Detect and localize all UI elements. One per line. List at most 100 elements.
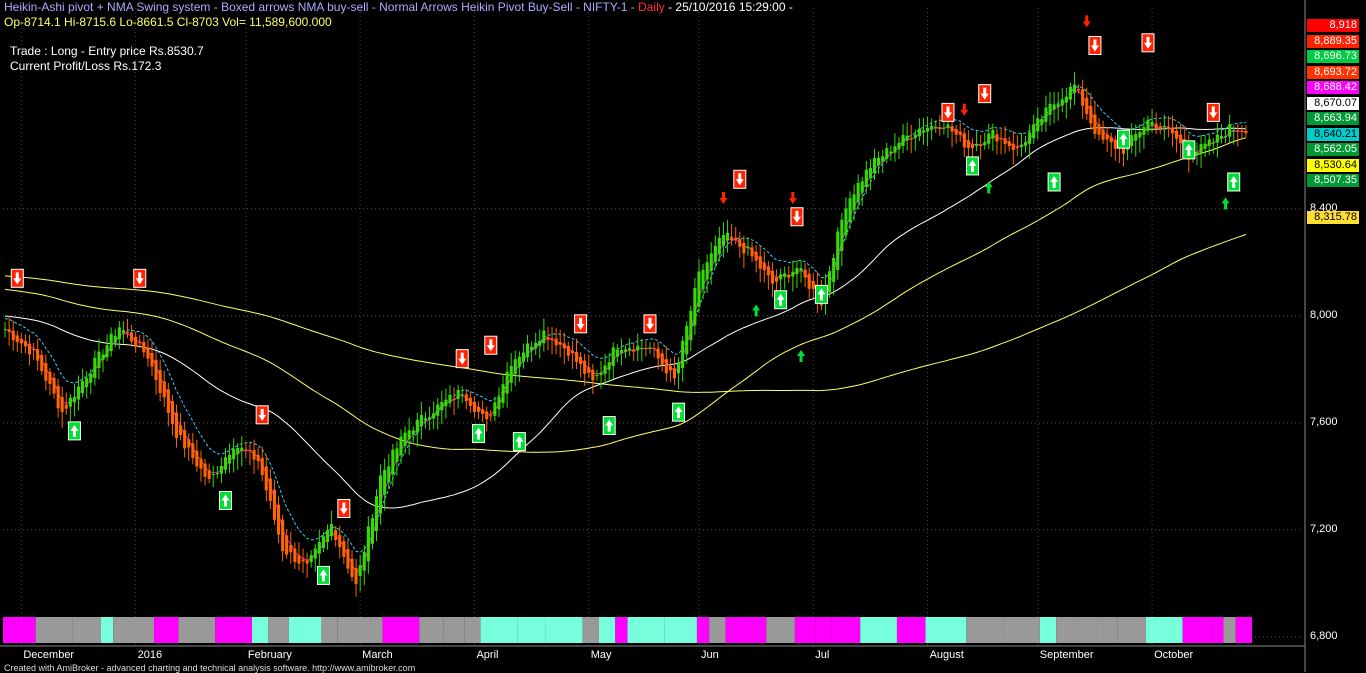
candle-body — [407, 430, 411, 440]
candle-body — [1158, 126, 1162, 129]
candle-body — [570, 350, 574, 354]
candle-body — [44, 363, 48, 381]
candle-body — [975, 143, 979, 147]
candle-body — [452, 398, 456, 400]
candle-body — [72, 397, 76, 403]
candle-body — [1199, 144, 1203, 154]
candle-body — [783, 273, 787, 277]
candle-body — [19, 338, 23, 344]
candle-body — [917, 128, 921, 137]
datetime-label: - 25/10/2016 15:29:00 - — [668, 0, 793, 14]
candle-body — [881, 156, 885, 162]
candle-body — [203, 463, 207, 477]
candle-body — [338, 535, 342, 547]
candle-body — [652, 348, 656, 349]
candle-body — [877, 157, 881, 166]
trade-label: Trade : Long - Entry price Rs.8530.7 — [10, 44, 204, 58]
ribbon-segment — [443, 617, 465, 643]
candle-body — [701, 269, 705, 290]
ribbon-segment — [1096, 617, 1118, 643]
candle-body — [1154, 123, 1158, 129]
x-tick-label: August — [929, 649, 964, 661]
candle-body — [60, 397, 64, 413]
candle-body — [750, 247, 754, 257]
candle-body — [1003, 138, 1007, 145]
ribbon-segment — [815, 617, 832, 643]
candle-body — [644, 348, 648, 349]
candle-body — [248, 450, 252, 451]
candle-body — [979, 145, 983, 146]
candle-body — [1244, 131, 1248, 134]
ribbon-segment — [35, 617, 73, 643]
candle-body — [456, 389, 460, 399]
ribbon-segment — [1117, 617, 1146, 643]
candle-body — [787, 275, 791, 278]
price-level-label: 8,688.42 — [1307, 81, 1359, 94]
candle-body — [358, 565, 362, 576]
candle-body — [1203, 143, 1207, 149]
candle-body — [656, 348, 660, 359]
candle-body — [256, 454, 260, 461]
candle-body — [595, 375, 599, 376]
candle-body — [281, 519, 285, 552]
candle-body — [966, 140, 970, 149]
price-level-label: 8,696.73 — [1307, 50, 1359, 63]
candle-body — [615, 349, 619, 357]
candle-body — [562, 343, 566, 349]
ribbon-segment — [1039, 617, 1057, 643]
candle-body — [513, 359, 517, 375]
candle-body — [1146, 119, 1150, 131]
candle-body — [436, 404, 440, 416]
candle-body — [366, 526, 370, 562]
candle-body — [179, 425, 183, 435]
candle-body — [1240, 130, 1244, 132]
candle-body — [1089, 105, 1093, 124]
candle-body — [154, 359, 158, 380]
candle-body — [1113, 139, 1117, 149]
candle-body — [640, 347, 644, 349]
ribbon-segment — [382, 617, 420, 643]
candle-body — [836, 231, 840, 270]
sell-arrow-icon — [1082, 15, 1091, 28]
candle-body — [1048, 103, 1052, 115]
candle-body — [807, 273, 811, 289]
candle-body — [868, 168, 872, 179]
candle-body — [550, 338, 554, 340]
candle-body — [795, 268, 799, 275]
candle-body — [717, 237, 721, 254]
candle-body — [277, 504, 281, 535]
candle-body — [1179, 134, 1183, 144]
sell-arrow-icon — [719, 192, 728, 205]
candle-body — [864, 169, 868, 187]
candle-body — [1032, 124, 1036, 139]
candle-body — [260, 457, 264, 476]
candle-body — [1138, 132, 1142, 138]
candle-body — [403, 432, 407, 446]
candle-body — [921, 130, 925, 133]
candle-body — [419, 415, 423, 427]
candle-body — [7, 329, 11, 332]
candle-body — [730, 236, 734, 240]
candle-body — [301, 559, 305, 562]
candle-body — [517, 356, 521, 367]
candle-body — [64, 404, 68, 409]
ribbon-segment — [1072, 617, 1097, 643]
candle-body — [542, 330, 546, 344]
candle-body — [56, 385, 60, 409]
candle-body — [603, 365, 607, 374]
candle-body — [383, 469, 387, 495]
candle-body — [983, 142, 987, 146]
candle-body — [926, 127, 930, 132]
candle-body — [244, 449, 248, 451]
candle-body — [391, 449, 395, 475]
candle-body — [485, 411, 489, 420]
candle-body — [85, 378, 89, 387]
candle-body — [987, 133, 991, 144]
candle-body — [766, 266, 770, 276]
candle-body — [142, 342, 146, 353]
candle-body — [538, 340, 542, 346]
x-tick-label: April — [476, 649, 499, 661]
candle-body — [697, 271, 701, 307]
buy-arrow-icon — [1221, 197, 1230, 210]
moving-averages — [4, 85, 1247, 573]
